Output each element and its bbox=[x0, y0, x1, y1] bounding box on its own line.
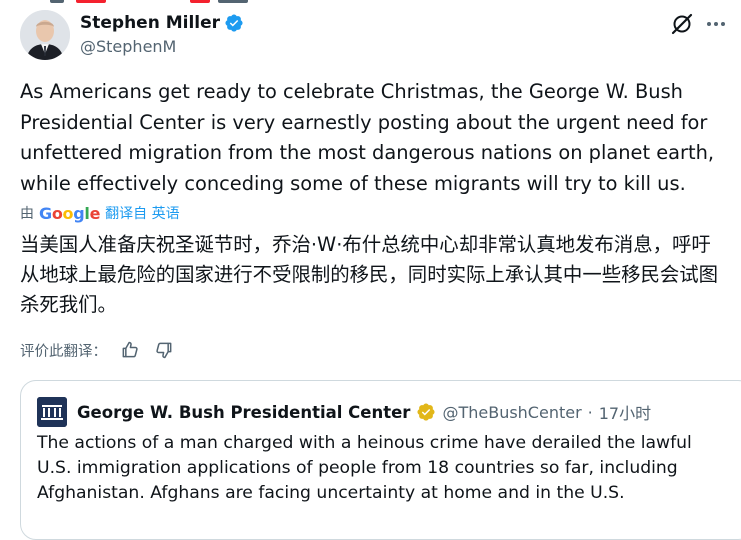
quoted-tweet-card[interactable]: George W. Bush Presidential Center @TheB… bbox=[20, 380, 741, 540]
thumbs-down-icon[interactable] bbox=[153, 339, 175, 361]
top-cutoff-sliver bbox=[40, 0, 280, 3]
grok-icon[interactable] bbox=[670, 12, 694, 36]
quoted-author-handle[interactable]: @TheBushCenter bbox=[442, 403, 581, 422]
translated-from-link[interactable]: 翻译自 英语 bbox=[105, 203, 179, 223]
quoted-author-name[interactable]: George W. Bush Presidential Center bbox=[77, 403, 410, 422]
quoted-separator: · bbox=[587, 402, 593, 422]
author-handle[interactable]: @StephenM bbox=[80, 37, 176, 56]
avatar[interactable] bbox=[20, 10, 70, 60]
verified-badge-icon[interactable] bbox=[416, 402, 436, 422]
bush-center-logo[interactable] bbox=[37, 397, 67, 427]
quoted-tweet-text: The actions of a man charged with a hein… bbox=[37, 433, 692, 503]
author-name[interactable]: Stephen Miller bbox=[80, 13, 220, 33]
author-name-row: Stephen Miller bbox=[80, 11, 244, 35]
more-icon[interactable] bbox=[702, 12, 730, 36]
quoted-timestamp[interactable]: 17小时 bbox=[599, 400, 651, 424]
google-logo: Google bbox=[39, 203, 101, 223]
avatar-image bbox=[20, 10, 70, 60]
tweet-text: As Americans get ready to celebrate Chri… bbox=[20, 80, 715, 195]
quoted-tweet-header: George W. Bush Presidential Center @TheB… bbox=[37, 397, 651, 427]
rate-translation-label: 评价此翻译： bbox=[20, 343, 107, 360]
translated-text: 当美国人准备庆祝圣诞节时，乔治·W·布什总统中心却非常认真地发布消息，呼吁从地球… bbox=[20, 233, 719, 316]
translated-by-label: 由 bbox=[20, 206, 34, 222]
translation-attribution: 由 Google 翻译自 英语 bbox=[20, 202, 180, 224]
thumbs-up-icon[interactable] bbox=[119, 339, 141, 361]
rate-translation-row: 评价此翻译： bbox=[20, 338, 175, 362]
verified-badge-icon[interactable] bbox=[224, 13, 244, 33]
